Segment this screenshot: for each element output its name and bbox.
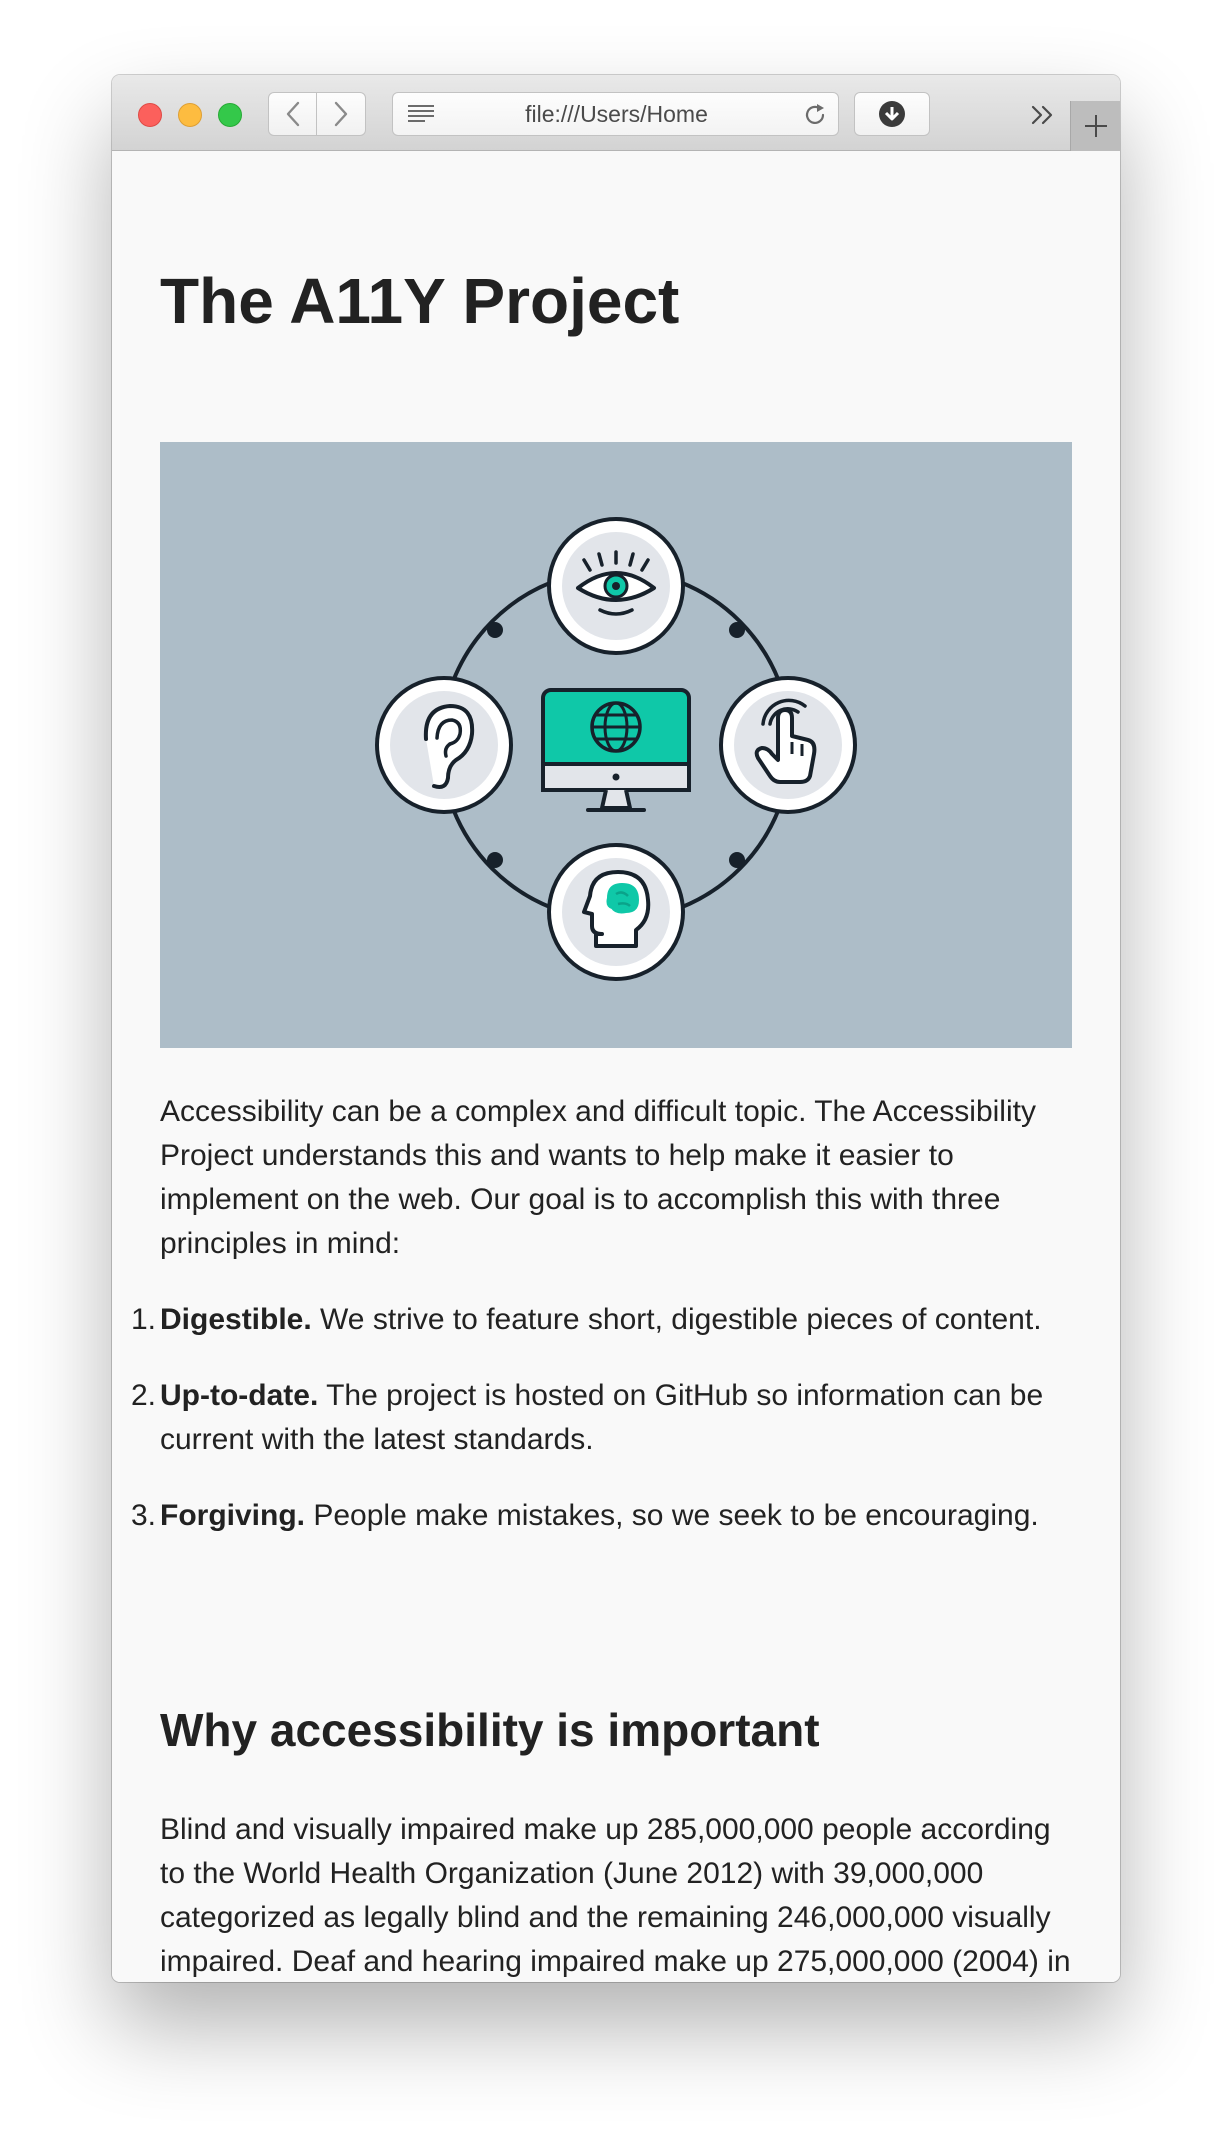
eye-icon (547, 517, 685, 655)
plus-icon (1084, 115, 1107, 137)
list-number: 2. (130, 1379, 156, 1412)
head-brain-icon (547, 843, 685, 981)
list-item: 2. Up-to-date. The project is hosted on G… (112, 1374, 1072, 1462)
principle-term: Up-to-date. (160, 1379, 319, 1412)
list-number: 1. (130, 1303, 156, 1336)
downloads-button[interactable] (854, 92, 930, 136)
back-button[interactable] (268, 92, 317, 136)
page-content: The A11Y Project Accessibility can be a … (112, 151, 1120, 1982)
forward-button[interactable] (317, 92, 366, 136)
section-paragraph: Blind and visually impaired make up 285,… (160, 1813, 1071, 1978)
list-item: 3. Forgiving. People make mistakes, so we… (112, 1494, 1072, 1538)
minimize-window-button[interactable] (178, 103, 202, 127)
section-heading: Why accessibility is important (160, 1704, 820, 1756)
principle-text: We strive to feature short, digestible p… (311, 1303, 1042, 1336)
page-title: The A11Y Project (160, 265, 680, 337)
chevron-left-icon (286, 101, 299, 127)
pointer-hand-icon (719, 676, 857, 814)
chevron-right-icon (334, 101, 348, 127)
ear-icon (375, 676, 513, 814)
principle-text: People make mistakes, so we seek to be e… (305, 1499, 1039, 1532)
browser-window: file:///Users/Home The A11Y Project Acce… (112, 75, 1120, 1982)
hero-image (160, 442, 1072, 1048)
principle-term: Digestible. (160, 1303, 312, 1336)
new-tab-button[interactable] (1070, 101, 1120, 151)
toolbar-overflow-button[interactable] (1025, 97, 1061, 133)
close-window-button[interactable] (138, 103, 162, 127)
browser-toolbar: file:///Users/Home (112, 75, 1120, 151)
zoom-window-button[interactable] (218, 103, 242, 127)
principles-list: 1. Digestible. We strive to feature short… (112, 1298, 1072, 1570)
list-number: 3. (130, 1499, 156, 1532)
reload-icon[interactable] (802, 102, 828, 128)
principle-term: Forgiving. (160, 1499, 305, 1532)
monitor-globe-icon (541, 688, 691, 812)
url-text[interactable]: file:///Users/Home (393, 93, 840, 137)
address-bar[interactable]: file:///Users/Home (392, 92, 839, 136)
a11y-illustration (375, 517, 857, 981)
intro-paragraph: Accessibility can be a complex and diffi… (160, 1095, 1036, 1260)
download-icon (879, 101, 905, 127)
list-item: 1. Digestible. We strive to feature short… (112, 1298, 1072, 1342)
double-chevron-icon (1031, 105, 1053, 125)
